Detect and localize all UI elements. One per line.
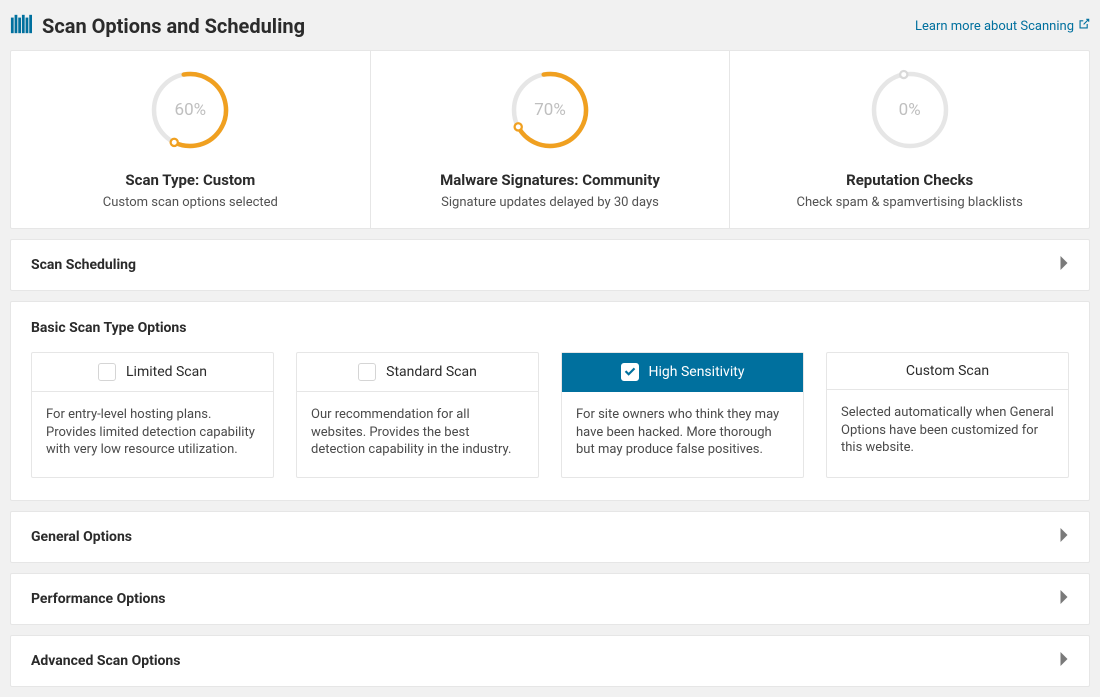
status-donut-card[interactable]: 70% Malware Signatures: Community Signatur… [371, 51, 731, 228]
general-options-toggle[interactable]: General Options [11, 512, 1089, 562]
donut-title: Malware Signatures: Community [440, 171, 660, 189]
performance-options-section: Performance Options [10, 573, 1090, 625]
donut-gauge: 0% [865, 65, 955, 155]
scan-type-option-description: Our recommendation for all websites. Pro… [297, 392, 538, 477]
scan-type-option-header[interactable]: High Sensitivity [562, 353, 803, 392]
chevron-right-icon [1059, 590, 1069, 608]
status-summary-row: 60% Scan Type: Custom Custom scan options … [10, 50, 1090, 229]
donut-gauge: 60% [145, 65, 235, 155]
performance-options-label: Performance Options [31, 591, 166, 607]
donut-title: Scan Type: Custom [125, 171, 255, 189]
chevron-right-icon [1059, 256, 1069, 274]
donut-subtitle: Check spam & spamvertising blacklists [796, 195, 1022, 210]
donut-gauge: 70% [505, 65, 595, 155]
scan-type-option-label: Limited Scan [126, 364, 207, 380]
learn-more-link[interactable]: Learn more about Scanning [915, 18, 1090, 34]
page-title: Scan Options and Scheduling [42, 14, 305, 38]
status-donut-card[interactable]: 60% Scan Type: Custom Custom scan options … [11, 51, 371, 228]
advanced-scan-options-label: Advanced Scan Options [31, 653, 180, 669]
donut-percentage-label: 70% [505, 65, 595, 155]
advanced-scan-options-toggle[interactable]: Advanced Scan Options [11, 636, 1089, 686]
shield-logo-icon [10, 14, 32, 38]
scan-scheduling-label: Scan Scheduling [31, 257, 136, 273]
basic-scan-type-section: Basic Scan Type Options Limited Scan For … [10, 301, 1090, 501]
external-link-icon [1078, 18, 1090, 34]
donut-percentage-label: 60% [145, 65, 235, 155]
scan-type-option-description: Selected automatically when General Opti… [827, 390, 1068, 475]
donut-percentage-label: 0% [865, 65, 955, 155]
checkbox-unchecked-icon[interactable] [98, 363, 116, 381]
scan-type-option[interactable]: Standard Scan Our recommendation for all … [296, 352, 539, 478]
page-header: Scan Options and Scheduling Learn more a… [10, 10, 1090, 50]
general-options-section: General Options [10, 511, 1090, 563]
status-donut-card[interactable]: 0% Reputation Checks Check spam & spamvert… [730, 51, 1089, 228]
scan-type-option-header[interactable]: Limited Scan [32, 353, 273, 392]
donut-subtitle: Signature updates delayed by 30 days [441, 195, 659, 210]
scan-type-option-header[interactable]: Custom Scan [827, 353, 1068, 390]
performance-options-toggle[interactable]: Performance Options [11, 574, 1089, 624]
checkbox-unchecked-icon[interactable] [358, 363, 376, 381]
advanced-scan-options-section: Advanced Scan Options [10, 635, 1090, 687]
scan-type-options-grid: Limited Scan For entry-level hosting plan… [31, 352, 1069, 478]
scan-type-option-header[interactable]: Standard Scan [297, 353, 538, 392]
scan-type-option-description: For entry-level hosting plans. Provides … [32, 392, 273, 477]
learn-more-label: Learn more about Scanning [915, 19, 1074, 34]
scan-type-option-label: High Sensitivity [649, 364, 745, 380]
basic-scan-type-title: Basic Scan Type Options [31, 320, 1069, 336]
scan-scheduling-section: Scan Scheduling [10, 239, 1090, 291]
donut-subtitle: Custom scan options selected [103, 195, 278, 210]
general-options-label: General Options [31, 529, 132, 545]
scan-type-option[interactable]: Custom Scan Selected automatically when G… [826, 352, 1069, 478]
scan-type-option[interactable]: Limited Scan For entry-level hosting plan… [31, 352, 274, 478]
scan-type-option-label: Custom Scan [906, 363, 989, 379]
scan-type-option-label: Standard Scan [386, 364, 477, 380]
donut-title: Reputation Checks [846, 171, 973, 189]
chevron-right-icon [1059, 652, 1069, 670]
scan-type-option-description: For site owners who think they may have … [562, 392, 803, 477]
scan-scheduling-toggle[interactable]: Scan Scheduling [11, 240, 1089, 290]
chevron-right-icon [1059, 528, 1069, 546]
scan-type-option[interactable]: High Sensitivity For site owners who thin… [561, 352, 804, 478]
checkbox-checked-icon[interactable] [621, 363, 639, 381]
